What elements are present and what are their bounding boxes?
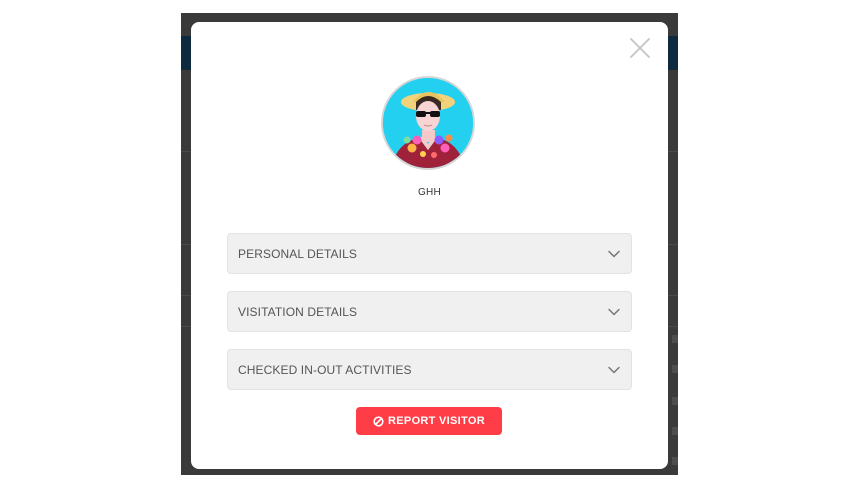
accordion-label: VISITATION DETAILS xyxy=(238,305,358,319)
report-visitor-label: REPORT VISITOR xyxy=(388,415,485,427)
accordion-visitation-details[interactable]: VISITATION DETAILS xyxy=(227,291,632,332)
accordion-label: CHECKED IN-OUT ACTIVITIES xyxy=(238,363,412,377)
background-text-fragment xyxy=(672,335,678,343)
chevron-down-icon xyxy=(607,305,621,319)
accordion-personal-details[interactable]: PERSONAL DETAILS xyxy=(227,233,632,274)
ban-icon xyxy=(373,415,384,427)
close-button[interactable] xyxy=(628,36,652,60)
chevron-down-icon xyxy=(607,363,621,377)
report-visitor-button[interactable]: REPORT VISITOR xyxy=(356,407,502,435)
chevron-down-icon xyxy=(607,247,621,261)
background-text-fragment xyxy=(672,397,678,405)
background-text-fragment xyxy=(672,457,678,465)
close-icon xyxy=(630,38,650,58)
accordion-label: PERSONAL DETAILS xyxy=(238,247,357,261)
visitor-details-modal: GHH PERSONAL DETAILS VISITATION DETAILS … xyxy=(191,22,668,469)
accordion-checked-in-out-activities[interactable]: CHECKED IN-OUT ACTIVITIES xyxy=(227,349,632,390)
visitor-name: GHH xyxy=(417,187,442,198)
background-text-fragment xyxy=(672,365,678,373)
background-text-fragment xyxy=(672,427,678,435)
visitor-avatar xyxy=(381,76,475,170)
